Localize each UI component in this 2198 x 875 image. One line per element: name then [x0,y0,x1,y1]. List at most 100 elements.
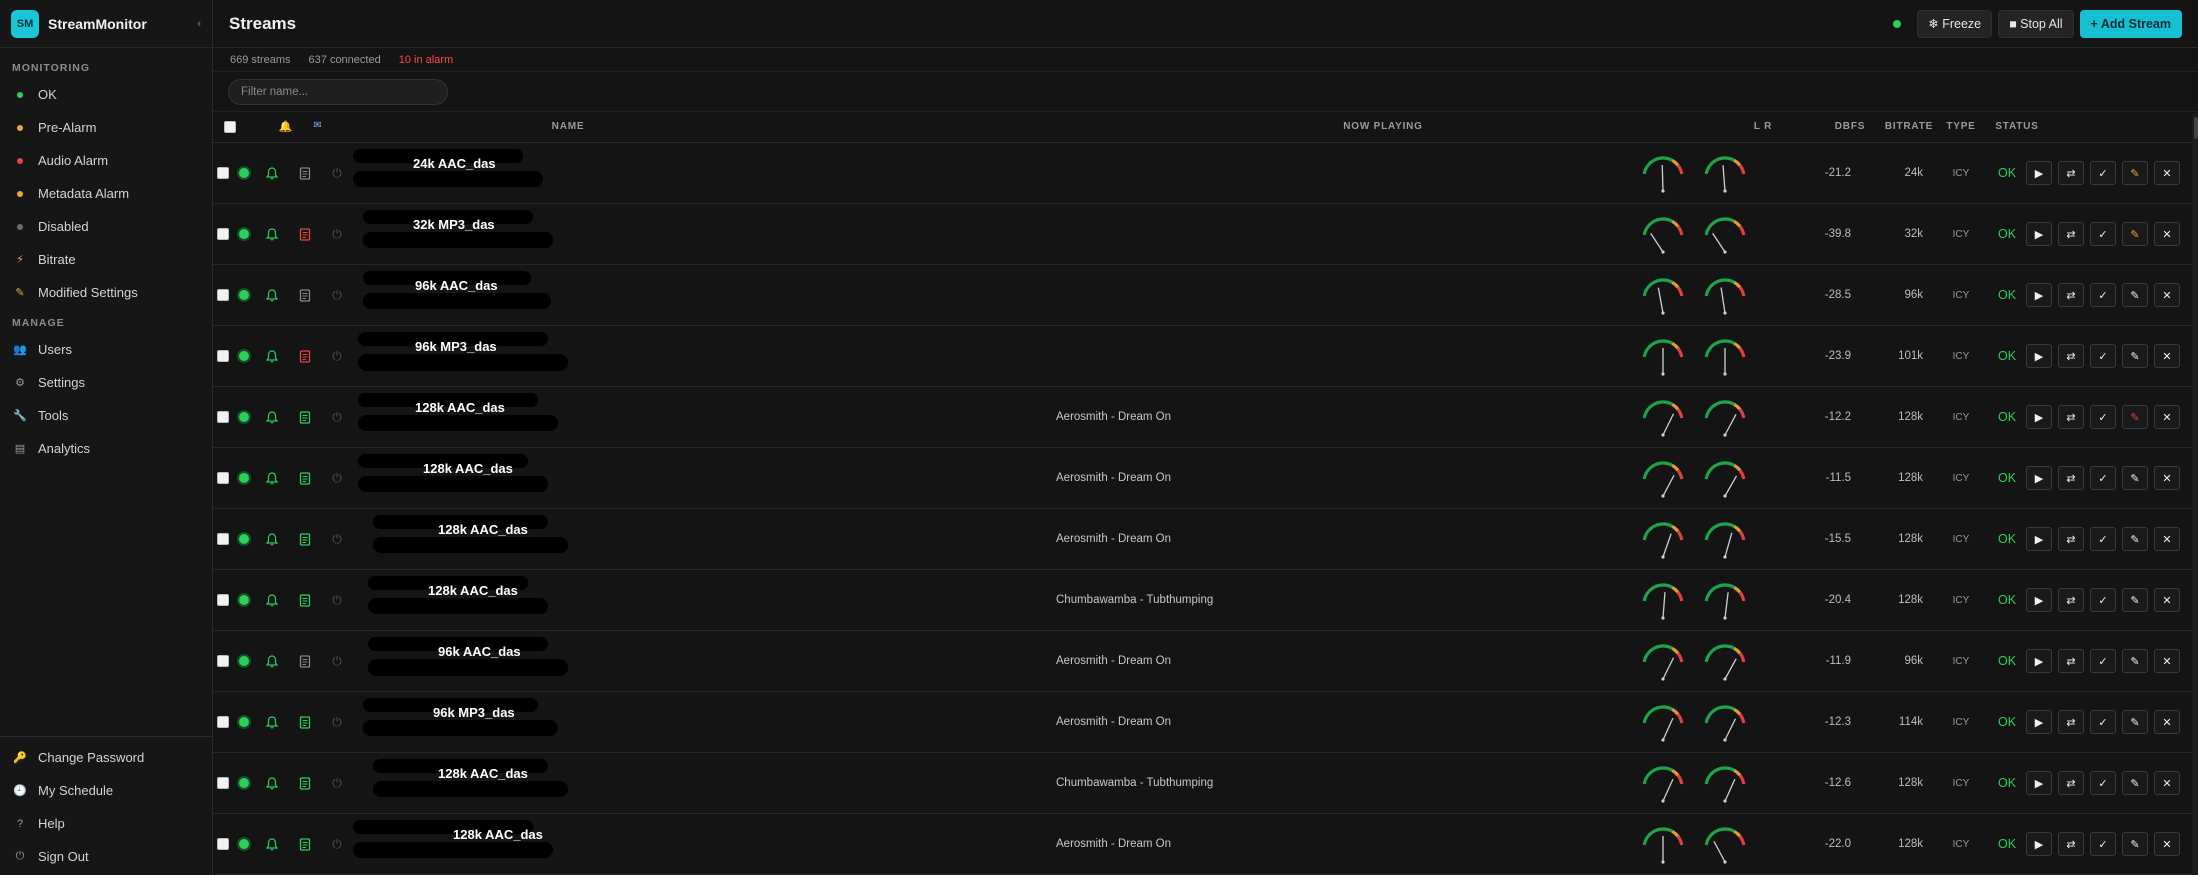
close-button[interactable]: ✕ [2154,814,2180,874]
stream-name[interactable]: 128k AAC_das [403,570,663,610]
power-toggle-icon[interactable]: ⏻ [330,448,344,508]
scrollbar[interactable] [2192,113,2198,875]
alarm-bell-icon[interactable] [265,204,279,264]
play-button[interactable]: ▶ [2026,204,2052,264]
sidebar-item-pre-alarm[interactable]: Pre-Alarm [0,111,212,144]
chevron-left-icon[interactable]: ‹ [197,18,201,30]
swap-button[interactable]: ⇄ [2058,326,2084,386]
metadata-icon[interactable] [298,143,312,203]
power-toggle-icon[interactable]: ⏻ [330,570,344,630]
table-row[interactable]: ⏻ 96k MP3_das -23.9 101k ICY OK ▶ ⇄ ✓ ✎ ✕ [213,326,2198,387]
stream-name[interactable]: 96k AAC_das [403,265,663,305]
table-row[interactable]: ⏻ 128k AAC_das Aerosmith - Dream On -15.5 12… [213,509,2198,570]
power-toggle-icon[interactable]: ⏻ [330,692,344,752]
row-checkbox[interactable] [216,753,230,813]
alarm-bell-icon[interactable] [265,631,279,691]
column-dbfs[interactable]: DBFS [1825,121,1875,132]
row-checkbox[interactable] [216,204,230,264]
metadata-icon[interactable] [298,509,312,569]
freeze-button[interactable]: ❄ Freeze [1917,9,1993,38]
check-button[interactable]: ✓ [2090,509,2116,569]
swap-button[interactable]: ⇄ [2058,814,2084,874]
table-row[interactable]: ⏻ 128k AAC_das Aerosmith - Dream On -22.0 12… [213,814,2198,875]
swap-button[interactable]: ⇄ [2058,448,2084,508]
check-button[interactable]: ✓ [2090,265,2116,325]
metadata-icon[interactable] [298,204,312,264]
close-button[interactable]: ✕ [2154,326,2180,386]
column-name[interactable]: NAME [533,121,603,132]
swap-button[interactable]: ⇄ [2058,753,2084,813]
metadata-icon[interactable] [298,448,312,508]
stream-name[interactable]: 96k MP3_das [403,692,663,732]
row-checkbox[interactable] [216,509,230,569]
metadata-icon[interactable] [298,265,312,325]
metadata-icon[interactable] [298,387,312,447]
check-button[interactable]: ✓ [2090,814,2116,874]
alarm-bell-icon[interactable] [265,448,279,508]
brand-logo[interactable]: SM [11,9,39,38]
stream-name[interactable]: 96k MP3_das [403,326,663,366]
sidebar-item-ok[interactable]: OK [0,78,212,111]
stream-name[interactable]: 32k MP3_das [403,204,663,244]
close-button[interactable]: ✕ [2154,387,2180,447]
metadata-icon[interactable] [298,692,312,752]
stream-name[interactable]: 24k AAC_das [403,143,663,183]
row-checkbox[interactable] [216,814,230,874]
column-bitrate[interactable]: BITRATE [1879,121,1939,132]
select-all-checkbox[interactable] [223,121,237,133]
row-checkbox[interactable] [216,448,230,508]
alarm-bell-icon[interactable] [265,143,279,203]
close-button[interactable]: ✕ [2154,753,2180,813]
swap-button[interactable]: ⇄ [2058,143,2084,203]
metadata-icon[interactable] [298,326,312,386]
edit-button[interactable]: ✎ [2122,387,2148,447]
scrollbar-thumb[interactable] [2194,117,2198,139]
edit-button[interactable]: ✎ [2122,204,2148,264]
check-button[interactable]: ✓ [2090,753,2116,813]
play-button[interactable]: ▶ [2026,143,2052,203]
sidebar-item-analytics[interactable]: ▤ Analytics [0,432,212,465]
close-button[interactable]: ✕ [2154,570,2180,630]
close-button[interactable]: ✕ [2154,448,2180,508]
alarm-bell-icon[interactable] [265,753,279,813]
sidebar-item-my-schedule[interactable]: 🕘 My Schedule [0,774,212,807]
alarm-bell-icon[interactable] [265,509,279,569]
table-row[interactable]: ⏻ 128k AAC_das Chumbawamba - Tubthumping -2… [213,570,2198,631]
table-row[interactable]: ⏻ 96k AAC_das -28.5 96k ICY OK ▶ ⇄ ✓ ✎ ✕ [213,265,2198,326]
edit-button[interactable]: ✎ [2122,753,2148,813]
edit-button[interactable]: ✎ [2122,143,2148,203]
stream-name[interactable]: 128k AAC_das [403,753,663,793]
swap-button[interactable]: ⇄ [2058,570,2084,630]
edit-button[interactable]: ✎ [2122,448,2148,508]
close-button[interactable]: ✕ [2154,509,2180,569]
metadata-icon[interactable] [298,570,312,630]
power-toggle-icon[interactable]: ⏻ [330,814,344,874]
sidebar-item-sign-out[interactable]: ⏻ Sign Out [0,840,212,873]
add-stream-button[interactable]: + Add Stream [2079,9,2182,38]
check-button[interactable]: ✓ [2090,204,2116,264]
power-toggle-icon[interactable]: ⏻ [330,387,344,447]
sidebar-item-disabled[interactable]: Disabled [0,210,212,243]
stream-name[interactable]: 128k AAC_das [403,814,663,854]
column-type[interactable]: TYPE [1941,121,1981,132]
sidebar-item-modified-settings[interactable]: ✎ Modified Settings [0,276,212,309]
sidebar-item-change-password[interactable]: 🔑 Change Password [0,741,212,774]
table-row[interactable]: ⏻ 96k MP3_das Aerosmith - Dream On -12.3 114… [213,692,2198,753]
table-row[interactable]: ⏻ 128k AAC_das Chumbawamba - Tubthumping -1… [213,753,2198,814]
row-checkbox[interactable] [216,387,230,447]
row-checkbox[interactable] [216,631,230,691]
row-checkbox[interactable] [216,692,230,752]
close-button[interactable]: ✕ [2154,265,2180,325]
close-button[interactable]: ✕ [2154,631,2180,691]
sidebar-item-users[interactable]: 👥 Users [0,333,212,366]
play-button[interactable]: ▶ [2026,631,2052,691]
edit-button[interactable]: ✎ [2122,814,2148,874]
swap-button[interactable]: ⇄ [2058,204,2084,264]
sidebar-item-metadata-alarm[interactable]: Metadata Alarm [0,177,212,210]
swap-button[interactable]: ⇄ [2058,265,2084,325]
check-button[interactable]: ✓ [2090,631,2116,691]
edit-button[interactable]: ✎ [2122,631,2148,691]
sidebar-item-settings[interactable]: ⚙ Settings [0,366,212,399]
sidebar-item-audio-alarm[interactable]: Audio Alarm [0,144,212,177]
sidebar-item-help[interactable]: ? Help [0,807,212,840]
